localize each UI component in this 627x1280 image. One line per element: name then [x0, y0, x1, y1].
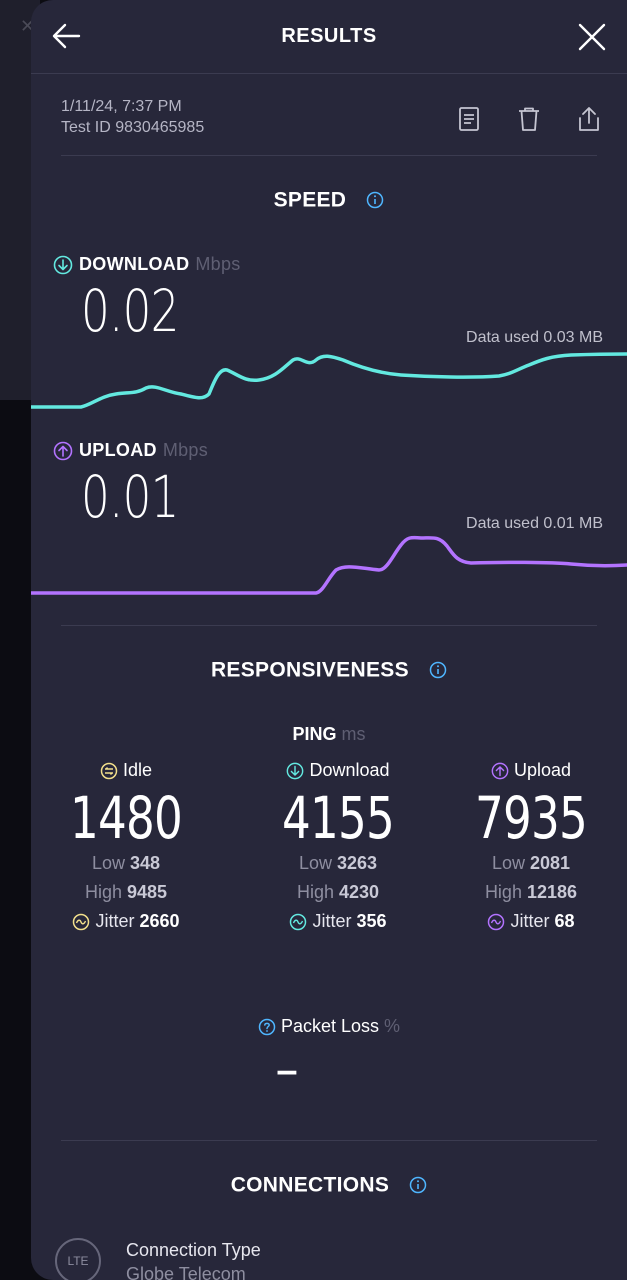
trash-icon[interactable]	[516, 106, 542, 132]
idle-icon	[100, 762, 118, 779]
connections-title-text: CONNECTIONS	[230, 1173, 390, 1197]
ping-label: PING	[292, 724, 337, 744]
connection-provider: Globe Telecom	[126, 1264, 246, 1280]
download-label-row: DOWNLOAD Mbps	[53, 254, 241, 275]
responsiveness-title-text: RESPONSIVENESS	[210, 658, 409, 682]
speed-title-text: SPEED	[273, 188, 347, 212]
download-arrow-icon	[287, 762, 304, 779]
ping-upload-low: 2081	[530, 853, 571, 873]
high-label: High	[84, 882, 122, 902]
ping-download-value: 4155	[281, 784, 395, 852]
ping-idle-high: 9485	[127, 882, 168, 902]
divider	[61, 625, 597, 626]
download-unit: Mbps	[195, 254, 241, 274]
jitter-icon	[290, 913, 307, 930]
ping-download-high-row: High 4230	[243, 882, 433, 903]
ping-download-column: Download 4155 Low 3263 High 4230 Jitter …	[243, 760, 433, 932]
upload-label: UPLOAD	[79, 440, 157, 460]
connection-type-label: Connection Type	[126, 1240, 261, 1260]
download-speed-graph	[31, 352, 627, 409]
responsiveness-section-title: RESPONSIVENESS	[31, 658, 627, 682]
ping-idle-value: 1480	[69, 784, 183, 852]
ping-idle-high-row: High 9485	[31, 882, 221, 903]
help-icon[interactable]	[258, 1018, 276, 1036]
close-icon[interactable]	[575, 20, 609, 54]
ping-download-low: 3263	[337, 853, 378, 873]
ping-idle-column: Idle 1480 Low 348 High 9485 Jitter 2660	[31, 760, 221, 932]
download-graph-line	[31, 352, 627, 409]
ping-download-label: Download	[309, 760, 390, 780]
info-icon[interactable]	[409, 1176, 427, 1194]
upload-label-row: UPLOAD Mbps	[53, 440, 208, 461]
ping-download-high: 4230	[339, 882, 380, 902]
high-label: High	[484, 882, 522, 902]
low-label: Low	[298, 853, 332, 873]
ping-heading: PING ms	[31, 724, 627, 745]
results-sheet: RESULTS 1/11/24, 7:37 PM Test ID 9830465…	[31, 0, 627, 1280]
header-divider	[31, 73, 627, 74]
ping-download-header: Download	[243, 760, 433, 781]
ping-idle-low-row: Low 348	[31, 853, 221, 874]
packet-loss-value: –	[276, 1050, 298, 1092]
jitter-icon	[73, 913, 90, 930]
ping-upload-high: 12186	[526, 882, 578, 902]
ping-upload-header: Upload	[436, 760, 626, 781]
packet-loss-unit: %	[384, 1016, 401, 1036]
ping-upload-column: Upload 7935 Low 2081 High 12186 Jitter 6…	[436, 760, 626, 932]
notes-icon[interactable]	[456, 106, 482, 132]
download-arrow-icon	[53, 255, 73, 274]
ping-idle-jitter: 2660	[139, 911, 180, 931]
page-title: RESULTS	[281, 25, 377, 47]
download-label: DOWNLOAD	[79, 254, 190, 274]
ping-upload-label: Upload	[513, 760, 572, 780]
high-label: High	[296, 882, 334, 902]
upload-speed-value: 0.01	[81, 463, 179, 531]
ping-download-low-row: Low 3263	[243, 853, 433, 874]
jitter-label: Jitter	[95, 911, 135, 931]
test-id: Test ID 9830465985	[61, 119, 205, 136]
ping-idle-jitter-row: Jitter 2660	[31, 911, 221, 932]
low-label: Low	[91, 853, 125, 873]
upload-graph-line	[31, 535, 627, 595]
divider	[61, 155, 597, 156]
ping-unit: ms	[341, 724, 366, 744]
ping-upload-high-row: High 12186	[436, 882, 626, 903]
ping-idle-label: Idle	[122, 760, 153, 780]
ping-idle-low: 348	[130, 853, 161, 873]
jitter-label: Jitter	[312, 911, 352, 931]
info-icon[interactable]	[429, 661, 447, 679]
ping-upload-low-row: Low 2081	[436, 853, 626, 874]
ping-idle-header: Idle	[31, 760, 221, 781]
ping-download-jitter-row: Jitter 356	[243, 911, 433, 932]
speed-section-title: SPEED	[31, 188, 627, 212]
low-label: Low	[491, 853, 525, 873]
jitter-label: Jitter	[510, 911, 550, 931]
divider	[61, 1140, 597, 1141]
test-date: 1/11/24, 7:37 PM	[61, 98, 182, 115]
jitter-icon	[488, 913, 505, 930]
upload-speed-graph	[31, 535, 627, 595]
ping-upload-value: 7935	[474, 784, 588, 852]
packet-loss-header: Packet Loss %	[31, 1016, 627, 1037]
upload-arrow-icon	[491, 762, 509, 779]
upload-arrow-icon	[53, 441, 73, 460]
packet-loss-label: Packet Loss	[280, 1016, 380, 1036]
ping-download-jitter: 356	[356, 911, 387, 931]
connection-type-badge: LTE	[55, 1238, 101, 1280]
ping-upload-jitter-row: Jitter 68	[436, 911, 626, 932]
upload-unit: Mbps	[162, 440, 209, 460]
info-icon[interactable]	[366, 191, 384, 209]
connections-section-title: CONNECTIONS	[31, 1173, 627, 1197]
ping-upload-jitter: 68	[554, 911, 575, 931]
share-icon[interactable]	[576, 106, 602, 132]
